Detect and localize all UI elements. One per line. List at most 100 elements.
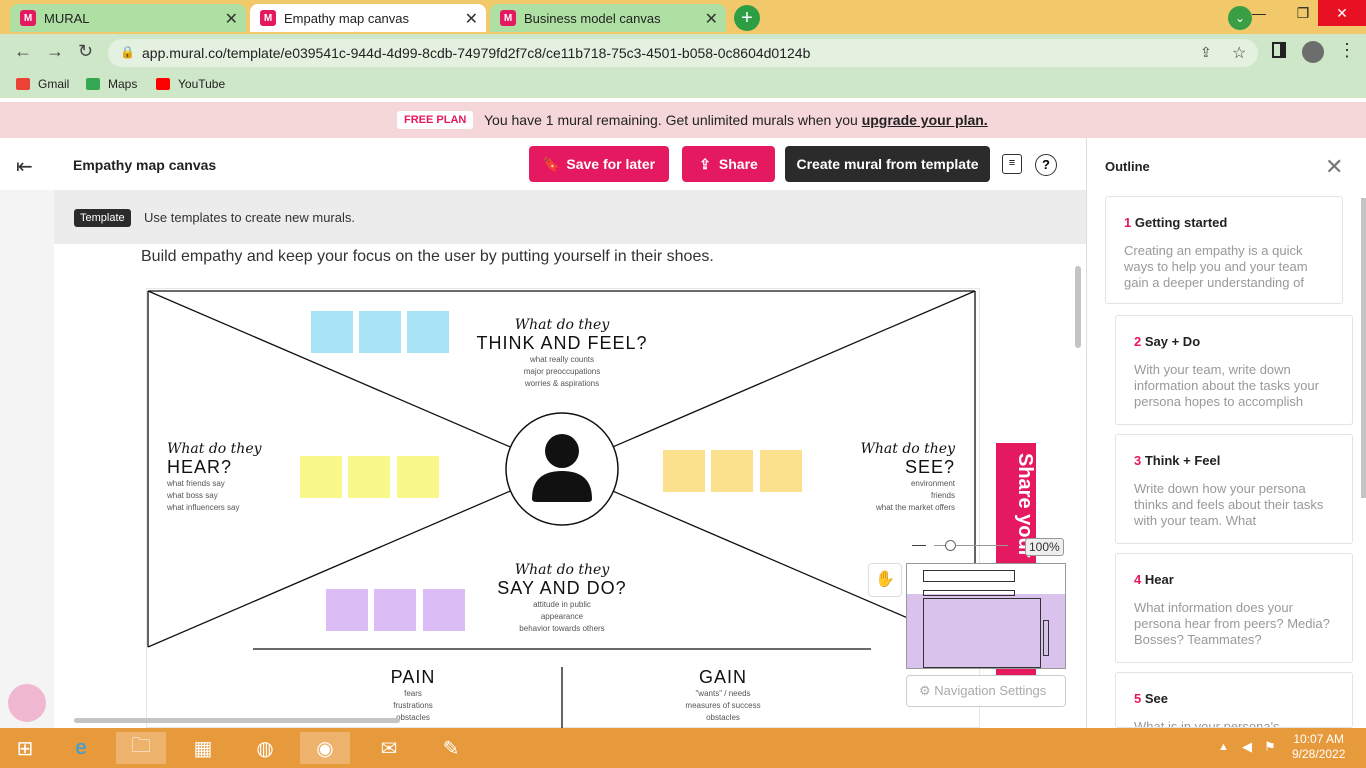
side-panel-icon[interactable] xyxy=(1272,42,1286,58)
close-icon[interactable]: ✕ xyxy=(1325,154,1343,180)
outline-item-title: 5 See xyxy=(1134,691,1168,706)
tab-business-model[interactable]: M Business model canvas ✕ xyxy=(490,4,726,32)
zoom-level[interactable]: 100% xyxy=(1025,538,1064,556)
exit-icon[interactable]: ⇤ xyxy=(16,154,33,179)
create-mural-button[interactable]: Create mural from template xyxy=(785,146,990,182)
sticky-note-purple[interactable] xyxy=(326,589,368,631)
new-tab-button[interactable]: + xyxy=(734,5,760,31)
minimize-icon[interactable]: — xyxy=(1240,0,1278,26)
upgrade-link[interactable]: upgrade your plan. xyxy=(862,112,988,128)
outline-item[interactable]: 2 Say + Do With your team, write down in… xyxy=(1115,315,1353,425)
template-text: Use templates to create new murals. xyxy=(144,210,355,225)
maximize-icon[interactable]: ❐ xyxy=(1284,0,1322,26)
outline-item-desc: Creating an empathy is a quick ways to h… xyxy=(1124,243,1308,290)
bookmark-youtube[interactable]: YouTube xyxy=(156,77,225,91)
close-icon[interactable]: ✕ xyxy=(465,9,478,29)
zoom-slider-knob[interactable] xyxy=(945,540,956,551)
zoom-out-icon[interactable]: — xyxy=(912,536,926,552)
start-icon[interactable]: ⊞ xyxy=(0,732,50,764)
outline-item[interactable]: 3 Think + Feel Write down how your perso… xyxy=(1115,434,1353,544)
tab-label: MURAL xyxy=(44,10,90,26)
free-plan-badge: FREE PLAN xyxy=(397,111,474,129)
tray-arrow-icon[interactable]: ▲ xyxy=(1218,741,1229,753)
section-item: behavior towards others xyxy=(519,624,605,633)
profile-avatar-icon[interactable] xyxy=(1302,41,1324,63)
outline-item[interactable]: 5 See What is in your persona's xyxy=(1115,672,1353,728)
user-avatar[interactable] xyxy=(8,684,46,722)
tab-empathy-map[interactable]: M Empathy map canvas ✕ xyxy=(250,4,486,32)
sticky-note-purple[interactable] xyxy=(423,589,465,631)
left-gutter xyxy=(0,190,54,728)
mural-favicon-icon: M xyxy=(20,10,36,26)
volume-icon[interactable]: ◀ xyxy=(1242,739,1252,755)
section-item: worries & aspirations xyxy=(524,379,600,388)
edge-icon[interactable]: ◍ xyxy=(240,732,290,764)
browser-tab-strip: M MURAL ✕ M Empathy map canvas ✕ M Busin… xyxy=(0,0,1366,34)
url-text[interactable]: app.mural.co/template/e039541c-944d-4d99… xyxy=(142,45,810,61)
file-explorer-icon[interactable]: 🗀 xyxy=(116,732,166,764)
windows-taskbar: ⊞ e 🗀 ▦ ◍ ◉ ✉ ✎ ▲ ◀ ⚑ 10:07 AM 9/28/2022 xyxy=(0,728,1366,768)
list-icon[interactable]: ≡ xyxy=(1002,154,1022,174)
help-icon[interactable]: ? xyxy=(1035,154,1057,176)
sticky-note-yellow[interactable] xyxy=(300,456,342,498)
flag-icon[interactable]: ⚑ xyxy=(1264,739,1276,755)
bookmark-icon: 🔖 xyxy=(542,155,561,172)
sticky-note-orange[interactable] xyxy=(760,450,802,492)
clock[interactable]: 10:07 AM 9/28/2022 xyxy=(1292,732,1345,762)
sticky-note-orange[interactable] xyxy=(711,450,753,492)
bookmark-label: YouTube xyxy=(178,77,226,91)
section-item: frustrations xyxy=(393,701,433,710)
share-button[interactable]: ⇪ Share xyxy=(682,146,775,182)
close-icon[interactable]: ✕ xyxy=(705,9,718,29)
hand-tool-icon[interactable]: ✋ xyxy=(868,563,902,597)
menu-dots-icon[interactable]: ⋮ xyxy=(1338,40,1356,61)
outline-item[interactable]: 1 Getting started Creating an empathy is… xyxy=(1105,196,1343,304)
chrome-icon[interactable]: ◉ xyxy=(300,732,350,764)
sticky-note-yellow[interactable] xyxy=(348,456,390,498)
section-item: what boss say xyxy=(167,491,218,500)
section-script: What do they xyxy=(167,441,262,457)
section-script: What do they xyxy=(860,441,955,457)
vertical-scrollbar[interactable] xyxy=(1075,266,1081,348)
minimap[interactable] xyxy=(906,563,1066,669)
address-bar-row: ← → ↻ 🔒 app.mural.co/template/e039541c-9… xyxy=(0,34,1366,72)
url-box[interactable]: 🔒 app.mural.co/template/e039541c-944d-4d… xyxy=(108,39,1258,67)
sticky-note-orange[interactable] xyxy=(663,450,705,492)
maps-icon xyxy=(86,78,100,90)
navigation-settings-button[interactable]: ⚙ Navigation Settings xyxy=(906,675,1066,707)
mail-icon[interactable]: ✉ xyxy=(364,732,414,764)
internet-explorer-icon[interactable]: e xyxy=(56,732,106,764)
section-item: fears xyxy=(404,689,422,698)
bookmark-gmail[interactable]: Gmail xyxy=(16,77,69,91)
think-feel-section: What do they THINK AND FEEL? what really… xyxy=(472,317,652,390)
minimap-block xyxy=(923,590,1015,596)
back-icon[interactable]: ← xyxy=(14,41,32,62)
free-plan-banner: FREE PLAN You have 1 mural remaining. Ge… xyxy=(0,102,1366,138)
sticky-note-purple[interactable] xyxy=(374,589,416,631)
share-page-icon[interactable]: ⇪ xyxy=(1200,44,1212,61)
section-heading: SAY AND DO? xyxy=(497,578,627,598)
sticky-note-yellow[interactable] xyxy=(397,456,439,498)
sticky-note-blue[interactable] xyxy=(407,311,449,353)
bookmark-label: Maps xyxy=(108,77,138,91)
outline-item[interactable]: 4 Hear What information does your person… xyxy=(1115,553,1353,663)
sticky-note-blue[interactable] xyxy=(311,311,353,353)
tab-mural[interactable]: M MURAL ✕ xyxy=(10,4,246,32)
horizontal-scrollbar[interactable] xyxy=(74,718,400,723)
pain-section: PAIN fears frustrations obstacles xyxy=(343,667,483,724)
sticky-note-blue[interactable] xyxy=(359,311,401,353)
store-icon[interactable]: ▦ xyxy=(178,732,228,764)
window-close-icon[interactable]: ✕ xyxy=(1318,0,1366,26)
empathy-map-board[interactable]: What do they THINK AND FEEL? what really… xyxy=(146,288,980,728)
outline-panel: Outline ✕ 1 Getting started Creating an … xyxy=(1086,138,1366,728)
section-item: what influencers say xyxy=(167,503,240,512)
bookmark-star-icon[interactable]: ☆ xyxy=(1232,43,1246,63)
forward-icon[interactable]: → xyxy=(46,41,64,62)
reload-icon[interactable]: ↻ xyxy=(78,41,93,62)
tab-label: Empathy map canvas xyxy=(284,10,410,26)
outline-scrollbar[interactable] xyxy=(1361,198,1366,498)
save-for-later-button[interactable]: 🔖 Save for later xyxy=(529,146,669,182)
notepad-icon[interactable]: ✎ xyxy=(426,732,476,764)
bookmark-maps[interactable]: Maps xyxy=(86,77,137,91)
close-icon[interactable]: ✕ xyxy=(225,9,238,29)
